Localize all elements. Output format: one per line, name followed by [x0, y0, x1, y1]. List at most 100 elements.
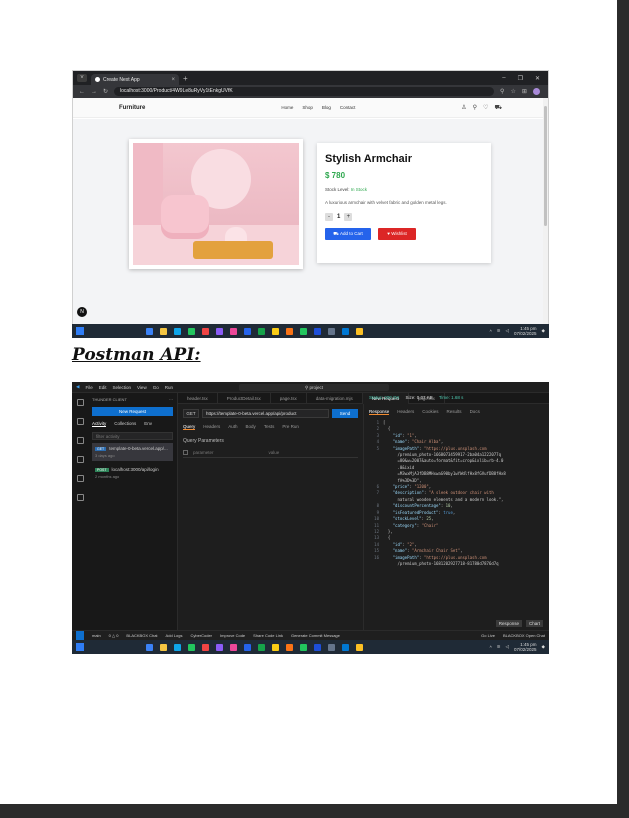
search-taskbar-icon[interactable]: [146, 643, 153, 651]
start-icon[interactable]: [76, 643, 84, 651]
restore-icon[interactable]: ❐: [518, 75, 523, 82]
editor-tab[interactable]: page.tsx: [271, 392, 307, 404]
editor-tab[interactable]: ProductDetail.tsx: [218, 392, 271, 404]
add-to-cart-button[interactable]: ⛟ Add to Cart: [325, 228, 371, 240]
extensions-activity-icon[interactable]: [76, 475, 84, 482]
vscode-icon[interactable]: [342, 643, 349, 651]
facebook-icon[interactable]: [244, 643, 251, 651]
tray-chevron-icon[interactable]: ^: [490, 329, 492, 334]
app-icon[interactable]: [216, 643, 223, 651]
qty-plus-button[interactable]: +: [344, 213, 353, 221]
profile-avatar[interactable]: [532, 88, 540, 95]
generate-commit[interactable]: Generate Commit Message: [291, 633, 340, 638]
command-search[interactable]: ⚲ project: [238, 383, 389, 391]
page-scrollbar[interactable]: [543, 98, 548, 337]
zoom-icon[interactable]: ⚲: [500, 88, 504, 95]
value-input[interactable]: value: [269, 450, 280, 455]
word-icon[interactable]: [314, 327, 321, 335]
tab-env[interactable]: Env: [144, 421, 152, 427]
tab-collections[interactable]: Collections: [114, 421, 136, 427]
tab-tests[interactable]: Tests: [264, 424, 275, 430]
forward-icon[interactable]: →: [91, 89, 97, 95]
wifi-icon[interactable]: ≋: [497, 328, 501, 334]
send-button[interactable]: Send: [332, 409, 358, 418]
new-tab-icon[interactable]: +: [183, 74, 188, 83]
chrome-icon[interactable]: [202, 643, 209, 651]
facebook-icon[interactable]: [244, 327, 251, 335]
nav-blog[interactable]: Blog: [322, 105, 331, 110]
folder-icon[interactable]: [272, 327, 279, 335]
menu-selection[interactable]: Selection: [113, 385, 132, 390]
store-icon[interactable]: [188, 643, 195, 651]
close-tab-icon[interactable]: ×: [171, 77, 175, 83]
postman-icon[interactable]: [286, 327, 293, 335]
account-icon[interactable]: ♙: [461, 104, 466, 112]
cybercoder[interactable]: CyberCoder: [190, 633, 212, 638]
postman-icon[interactable]: [286, 643, 293, 651]
reload-icon[interactable]: ↻: [103, 88, 108, 95]
folder-icon[interactable]: [272, 643, 279, 651]
explorer-icon[interactable]: [76, 399, 84, 406]
close-window-icon[interactable]: ✕: [535, 75, 540, 82]
site-brand[interactable]: Furniture: [119, 105, 145, 111]
browser-tab[interactable]: Create Next App ×: [91, 74, 179, 85]
notification-icon[interactable]: ◆: [542, 644, 545, 650]
address-bar[interactable]: localhost:3000/Product/4W9Le8uRyVy1tEnkg…: [114, 87, 495, 96]
search-icon[interactable]: ⚲: [473, 104, 477, 112]
branch-status[interactable]: main: [92, 633, 101, 638]
whatsapp-icon[interactable]: [300, 643, 307, 651]
share-code-link[interactable]: Share Code Link: [253, 633, 283, 638]
excel-icon[interactable]: [258, 327, 265, 335]
menu-file[interactable]: File: [85, 385, 92, 390]
bookmark-star-icon[interactable]: ☆: [510, 88, 515, 95]
cart-icon[interactable]: ⛟: [494, 104, 502, 112]
instagram-icon[interactable]: [230, 327, 237, 335]
method-select[interactable]: GET: [183, 409, 199, 418]
history-item[interactable]: GET template-0-beta.vercel.app/... 3 days…: [92, 443, 173, 461]
editor-tab[interactable]: header.tsx: [178, 392, 218, 404]
clock[interactable]: 1:45 pm 07/02/2025: [514, 642, 537, 652]
wifi-icon[interactable]: ≋: [497, 644, 501, 650]
nav-home[interactable]: Home: [281, 105, 293, 110]
vscode-icon[interactable]: [342, 327, 349, 335]
param-input[interactable]: parameter: [193, 450, 214, 455]
tab-headers[interactable]: Headers: [203, 424, 220, 430]
extensions-icon[interactable]: ⊞: [522, 88, 527, 95]
terminal-icon[interactable]: [328, 327, 335, 335]
minimize-icon[interactable]: –: [502, 75, 505, 82]
search-taskbar-icon[interactable]: [146, 327, 153, 335]
word-icon[interactable]: [314, 643, 321, 651]
sidebar-more-icon[interactable]: ⋯: [169, 397, 173, 402]
chrome-canary-icon[interactable]: [356, 643, 363, 651]
go-live[interactable]: Go Live: [481, 633, 495, 638]
terminal-icon[interactable]: [328, 643, 335, 651]
problems-status[interactable]: 0 △ 0: [109, 633, 119, 638]
edge-icon[interactable]: [174, 643, 181, 651]
file-explorer-icon[interactable]: [160, 327, 167, 335]
clock[interactable]: 1:45 pm 07/02/2025: [514, 326, 537, 336]
source-control-icon[interactable]: [76, 437, 84, 444]
filter-activity-input[interactable]: filter activity: [92, 432, 173, 440]
volume-icon[interactable]: ◁: [506, 644, 509, 650]
editor-tab[interactable]: data-migration.mjs: [307, 392, 363, 404]
tab-docs[interactable]: Docs: [470, 409, 480, 415]
chrome-canary-icon[interactable]: [356, 327, 363, 335]
edge-icon[interactable]: [174, 327, 181, 335]
menu-go[interactable]: Go: [153, 385, 159, 390]
whatsapp-icon[interactable]: [300, 327, 307, 335]
blackbox-chat[interactable]: BLACKBOX Chat: [126, 633, 157, 638]
notification-icon[interactable]: ◆: [542, 328, 545, 334]
search-activity-icon[interactable]: [76, 418, 84, 425]
menu-edit[interactable]: Edit: [99, 385, 107, 390]
nav-shop[interactable]: Shop: [302, 105, 313, 110]
remote-icon[interactable]: [76, 630, 84, 640]
menu-kebab-icon[interactable]: ⋮: [546, 88, 548, 95]
tab-res-headers[interactable]: Headers: [397, 409, 414, 415]
store-icon[interactable]: [188, 327, 195, 335]
volume-icon[interactable]: ◁: [506, 328, 509, 334]
tab-pre-run[interactable]: Pre Run: [282, 424, 299, 430]
new-request-button[interactable]: New Request: [92, 407, 173, 416]
file-explorer-icon[interactable]: [160, 643, 167, 651]
tab-auth[interactable]: Auth: [228, 424, 237, 430]
back-icon[interactable]: ←: [79, 89, 85, 95]
